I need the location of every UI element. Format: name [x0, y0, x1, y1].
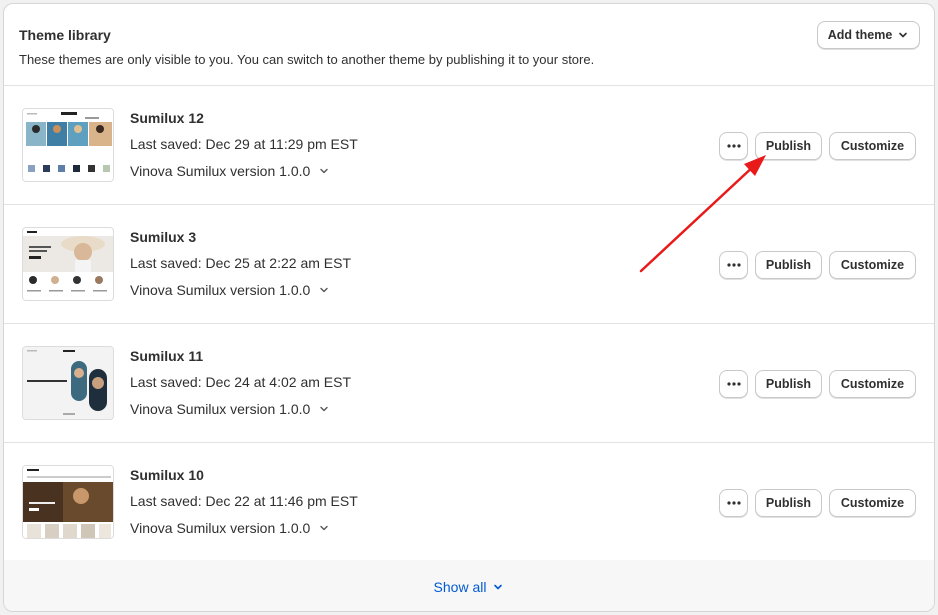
- page-subtitle: These themes are only visible to you. Yo…: [19, 52, 595, 67]
- card-header: Theme library These themes are only visi…: [4, 4, 934, 86]
- show-all-link[interactable]: Show all: [434, 579, 505, 595]
- theme-version[interactable]: Vinova Sumilux version 1.0.0: [130, 282, 330, 298]
- theme-version[interactable]: Vinova Sumilux version 1.0.0: [130, 163, 330, 179]
- theme-row: Sumilux 12 Last saved: Dec 29 at 11:29 p…: [4, 86, 934, 205]
- chevron-down-icon: [320, 287, 328, 293]
- theme-last-saved: Last saved: Dec 24 at 4:02 am EST: [130, 374, 352, 390]
- theme-row: Sumilux 3 Last saved: Dec 25 at 2:22 am …: [4, 205, 934, 324]
- theme-thumbnail: [22, 108, 114, 182]
- theme-thumbnail: [22, 346, 114, 420]
- publish-button[interactable]: Publish: [755, 251, 822, 279]
- show-all-label: Show all: [433, 578, 487, 595]
- theme-version-label: Vinova Sumilux version 1.0.0: [130, 401, 311, 417]
- theme-version-label: Vinova Sumilux version 1.0.0: [130, 282, 311, 298]
- theme-row: Sumilux 11 Last saved: Dec 24 at 4:02 am…: [4, 324, 934, 443]
- customize-button[interactable]: Customize: [829, 132, 916, 160]
- more-actions-button[interactable]: [719, 370, 748, 398]
- theme-row: Sumilux 10 Last saved: Dec 22 at 11:46 p…: [4, 443, 934, 562]
- publish-button[interactable]: Publish: [755, 370, 822, 398]
- theme-thumbnail: [22, 227, 114, 301]
- theme-library-card: Theme library These themes are only visi…: [3, 3, 935, 612]
- theme-name: Sumilux 11: [130, 348, 204, 364]
- more-actions-button[interactable]: [719, 132, 748, 160]
- publish-button[interactable]: Publish: [755, 132, 822, 160]
- customize-button[interactable]: Customize: [829, 370, 916, 398]
- theme-version-label: Vinova Sumilux version 1.0.0: [130, 163, 311, 179]
- add-theme-label: Add theme: [827, 28, 893, 42]
- publish-button[interactable]: Publish: [755, 489, 822, 517]
- theme-name: Sumilux 12: [130, 110, 204, 126]
- card-footer: Show all: [4, 560, 934, 611]
- ellipsis-icon: [726, 382, 741, 386]
- add-theme-button[interactable]: Add theme: [817, 21, 920, 49]
- customize-button[interactable]: Customize: [829, 489, 916, 517]
- theme-version[interactable]: Vinova Sumilux version 1.0.0: [130, 401, 330, 417]
- theme-name: Sumilux 3: [130, 229, 197, 245]
- chevron-down-icon: [320, 168, 328, 174]
- theme-name: Sumilux 10: [130, 467, 204, 483]
- theme-version[interactable]: Vinova Sumilux version 1.0.0: [130, 520, 330, 536]
- theme-thumbnail: [22, 465, 114, 539]
- customize-button[interactable]: Customize: [829, 251, 916, 279]
- chevron-down-icon: [320, 525, 328, 531]
- more-actions-button[interactable]: [719, 251, 748, 279]
- theme-version-label: Vinova Sumilux version 1.0.0: [130, 520, 311, 536]
- ellipsis-icon: [726, 144, 741, 148]
- theme-last-saved: Last saved: Dec 29 at 11:29 pm EST: [130, 136, 358, 152]
- ellipsis-icon: [726, 501, 741, 505]
- chevron-down-icon: [899, 32, 908, 38]
- ellipsis-icon: [726, 263, 741, 267]
- more-actions-button[interactable]: [719, 489, 748, 517]
- page-title: Theme library: [19, 27, 111, 43]
- theme-last-saved: Last saved: Dec 25 at 2:22 am EST: [130, 255, 352, 271]
- chevron-down-icon: [320, 406, 328, 412]
- theme-last-saved: Last saved: Dec 22 at 11:46 pm EST: [130, 493, 358, 509]
- chevron-down-icon: [494, 584, 503, 589]
